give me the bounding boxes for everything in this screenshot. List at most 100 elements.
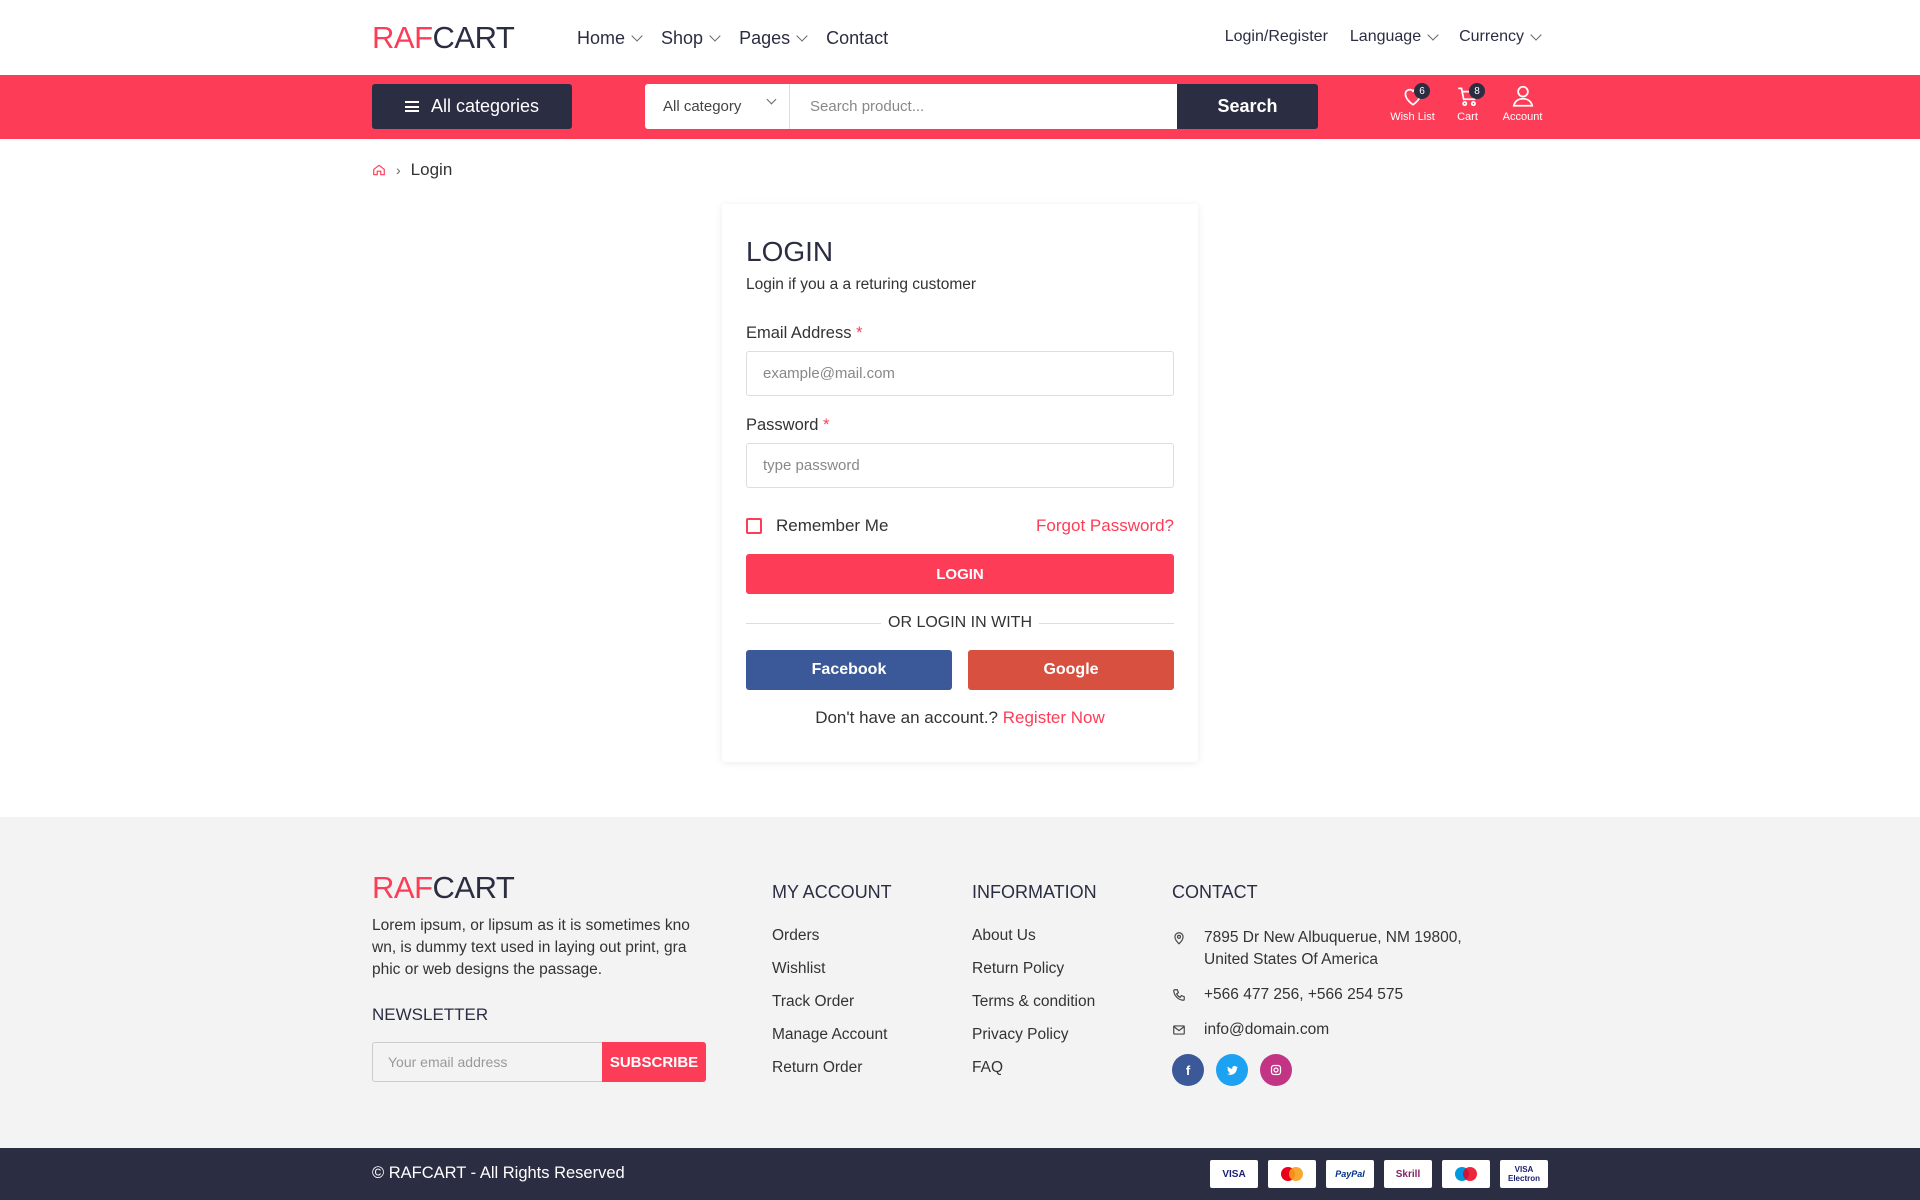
nav-home[interactable]: Home: [577, 28, 643, 49]
contact-column: CONTACT 7895 Dr New Albuquerue, NM 19800…: [1172, 882, 1492, 1086]
facebook-icon[interactable]: f: [1172, 1054, 1204, 1086]
contact-title: CONTACT: [1172, 882, 1258, 902]
facebook-login-button[interactable]: Facebook: [746, 650, 952, 690]
information-column: INFORMATION About Us Return Policy Terms…: [972, 882, 1097, 1092]
currency-label: Currency: [1459, 28, 1524, 45]
mastercard-icon: [1268, 1160, 1316, 1188]
currency-dropdown[interactable]: Currency: [1459, 28, 1542, 46]
nav-shop[interactable]: Shop: [661, 28, 721, 49]
visa-electron-icon: VISA Electron: [1500, 1160, 1548, 1188]
chevron-down-icon: [1427, 28, 1439, 41]
footer-link-about-us[interactable]: About Us: [972, 927, 1097, 945]
no-account-text: Don't have an account.? Register Now: [746, 708, 1174, 728]
top-links: Login/Register Language Currency: [1203, 28, 1542, 46]
breadcrumb: › Login: [372, 160, 452, 180]
top-header: RAFCART Home Shop Pages Contact Login/Re…: [0, 0, 1920, 75]
phone-icon: [1173, 989, 1185, 1001]
email-label: Email Address *: [746, 324, 1174, 343]
map-pin-icon: [1174, 932, 1184, 945]
newsletter-email-input[interactable]: [372, 1042, 602, 1082]
search-form: All category Search: [645, 84, 1318, 129]
wishlist-count-badge: 6: [1414, 83, 1430, 99]
nav-pages[interactable]: Pages: [739, 28, 808, 49]
home-icon[interactable]: [372, 163, 386, 177]
payment-methods: VISA PayPal Skrill VISA Electron: [1210, 1160, 1548, 1188]
password-label-text: Password: [746, 416, 819, 434]
twitter-icon[interactable]: [1216, 1054, 1248, 1086]
instagram-icon[interactable]: [1260, 1054, 1292, 1086]
wishlist-label: Wish List: [1390, 111, 1435, 123]
subscribe-button[interactable]: SUBSCRIBE: [602, 1042, 706, 1082]
category-select[interactable]: All category: [645, 84, 790, 129]
social-login: Facebook Google: [746, 650, 1174, 690]
user-icon: [1512, 85, 1533, 107]
account-button[interactable]: Account: [1495, 83, 1550, 123]
login-register-link[interactable]: Login/Register: [1225, 28, 1328, 46]
footer-link-manage-account[interactable]: Manage Account: [772, 1026, 892, 1044]
footer-description: Lorem ipsum, or lipsum as it is sometime…: [372, 917, 690, 978]
forgot-password-link[interactable]: Forgot Password?: [1036, 516, 1174, 536]
footer-logo[interactable]: RAFCART: [372, 870, 515, 906]
chevron-down-icon: [709, 30, 721, 42]
login-button[interactable]: LOGIN: [746, 554, 1174, 594]
main-nav: Home Shop Pages Contact: [577, 28, 908, 49]
footer-link-wishlist[interactable]: Wishlist: [772, 960, 892, 978]
chevron-down-icon: [796, 30, 808, 42]
footer-link-orders[interactable]: Orders: [772, 927, 892, 945]
login-title: LOGIN: [746, 236, 834, 267]
footer-link-return-order[interactable]: Return Order: [772, 1059, 892, 1077]
nav-pages-label: Pages: [739, 28, 791, 48]
footer-link-track-order[interactable]: Track Order: [772, 993, 892, 1011]
wishlist-button[interactable]: 6 Wish List: [1385, 83, 1440, 123]
contact-phone: +566 477 256, +566 254 575: [1172, 984, 1492, 1006]
contact-address: 7895 Dr New Albuquerue, NM 19800, United…: [1172, 927, 1492, 971]
breadcrumb-current: Login: [410, 160, 453, 179]
required-mark: *: [856, 324, 863, 342]
cart-count-badge: 8: [1469, 83, 1485, 99]
account-label: Account: [1502, 111, 1543, 123]
search-button[interactable]: Search: [1177, 84, 1318, 129]
language-dropdown[interactable]: Language: [1350, 28, 1439, 46]
chevron-down-icon: [1530, 28, 1542, 41]
or-login-divider: OR LOGIN IN WITH: [746, 614, 1174, 632]
footer-link-terms[interactable]: Terms & condition: [972, 993, 1097, 1011]
my-account-column: MY ACCOUNT Orders Wishlist Track Order M…: [772, 882, 892, 1092]
contact-phone-text: +566 477 256, +566 254 575: [1204, 986, 1404, 1003]
required-mark: *: [823, 416, 830, 434]
logo[interactable]: RAFCART: [372, 20, 515, 56]
logo-part2: CART: [432, 870, 515, 905]
password-field[interactable]: [746, 443, 1174, 488]
maestro-icon: [1442, 1160, 1490, 1188]
google-login-button[interactable]: Google: [968, 650, 1174, 690]
header-icons: 6 Wish List 8 Cart Account: [1385, 83, 1550, 123]
logo-part1: RAF: [372, 20, 433, 55]
copyright-text: © RAFCART - All Rights Reserved: [372, 1164, 625, 1182]
cart-label: Cart: [1457, 111, 1478, 123]
search-input[interactable]: [790, 84, 1177, 129]
search-bar: All categories All category Search 6 Wis…: [0, 75, 1920, 139]
paypal-icon: PayPal: [1326, 1160, 1374, 1188]
logo-part2: CART: [432, 20, 515, 55]
remember-me-label: Remember Me: [776, 516, 889, 535]
all-categories-label: All categories: [430, 96, 540, 116]
visa-card-icon: VISA: [1210, 1160, 1258, 1188]
newsletter-title: NEWSLETTER: [372, 1005, 489, 1024]
email-field[interactable]: [746, 351, 1174, 396]
cart-button[interactable]: 8 Cart: [1440, 83, 1495, 123]
footer-link-faq[interactable]: FAQ: [972, 1059, 1097, 1077]
nav-contact[interactable]: Contact: [826, 28, 888, 49]
footer-link-privacy-policy[interactable]: Privacy Policy: [972, 1026, 1097, 1044]
copyright-bar: © RAFCART - All Rights Reserved VISA Pay…: [0, 1148, 1920, 1200]
information-title: INFORMATION: [972, 882, 1097, 902]
footer: RAFCART Lorem ipsum, or lipsum as it is …: [0, 817, 1920, 1148]
remember-me-checkbox[interactable]: [746, 518, 762, 534]
all-categories-button[interactable]: All categories: [372, 84, 572, 129]
footer-link-return-policy[interactable]: Return Policy: [972, 960, 1097, 978]
no-account-label: Don't have an account.?: [815, 708, 999, 727]
contact-email-text: info@domain.com: [1204, 1021, 1330, 1038]
contact-email: info@domain.com: [1172, 1019, 1492, 1041]
register-now-link[interactable]: Register Now: [1003, 708, 1105, 727]
nav-shop-label: Shop: [661, 28, 704, 48]
menu-icon: [404, 101, 419, 112]
password-label: Password *: [746, 416, 1174, 435]
